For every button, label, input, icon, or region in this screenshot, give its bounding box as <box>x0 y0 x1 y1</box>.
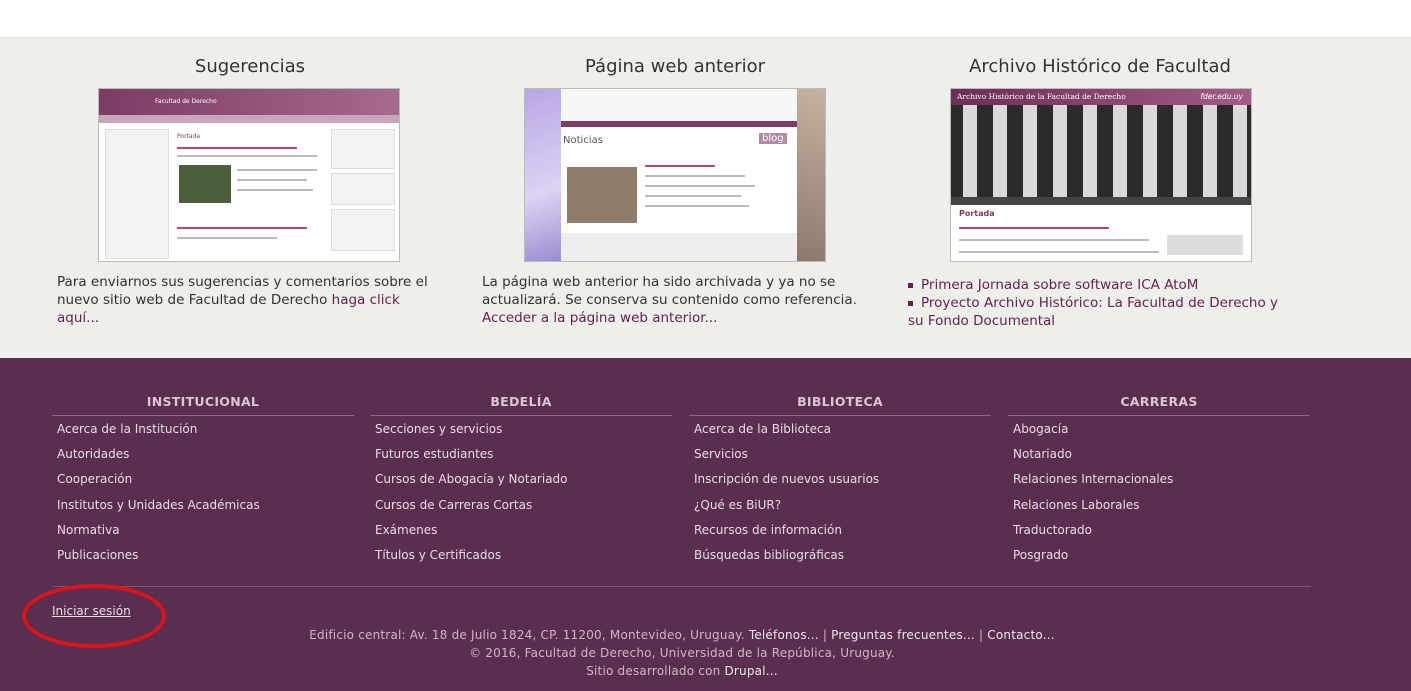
footer-link[interactable]: Recursos de información <box>694 518 991 543</box>
thumb-header: Facultad de Derecho <box>99 89 399 115</box>
promo-title: Archivo Histórico de Facultad <box>969 56 1231 77</box>
archive-link[interactable]: Primera Jornada sobre software ICA AtoM <box>908 276 1288 294</box>
footer-link[interactable]: Exámenes <box>375 518 672 543</box>
footer-link[interactable]: Títulos y Certificados <box>375 543 672 568</box>
footer-column-title: CARRERAS <box>1008 394 1310 416</box>
footer-link[interactable]: Servicios <box>694 442 991 467</box>
footer-link[interactable]: Futuros estudiantes <box>375 442 672 467</box>
footer-link[interactable]: Secciones y servicios <box>375 417 672 442</box>
footer-link[interactable]: Publicaciones <box>57 543 354 568</box>
promo-section: Sugerencias Facultad de Derecho Portada <box>0 38 1411 358</box>
footer-link[interactable]: Cursos de Carreras Cortas <box>375 493 672 518</box>
archive-link[interactable]: Proyecto Archivo Histórico: La Facultad … <box>908 294 1288 330</box>
suggestions-description: Para enviarnos sus sugerencias y comenta… <box>57 274 428 326</box>
footer-link[interactable]: Traductorado <box>1013 518 1310 543</box>
promo-title: Página web anterior <box>585 56 765 77</box>
site-footer: INSTITUCIONAL Acerca de la Institución A… <box>0 358 1411 691</box>
footer-column-bedelia: BEDELÍA Secciones y servicios Futuros es… <box>370 394 672 568</box>
footer-column-carreras: CARRERAS Abogacía Notariado Relaciones I… <box>1008 394 1310 568</box>
footer-link[interactable]: Autoridades <box>57 442 354 467</box>
top-bar <box>0 0 1411 38</box>
footer-column-title: BIBLIOTECA <box>689 394 991 416</box>
login-link[interactable]: Iniciar sesión <box>52 604 131 618</box>
footer-column-title: BEDELÍA <box>370 394 672 416</box>
promo-title: Sugerencias <box>194 56 306 77</box>
previous-site-thumbnail[interactable]: Noticias blog <box>524 88 826 262</box>
footer-link[interactable]: Abogacía <box>1013 417 1310 442</box>
previous-site-link[interactable]: Acceder a la página web anterior... <box>482 310 717 326</box>
footer-column-institucional: INSTITUCIONAL Acerca de la Institución A… <box>52 394 354 568</box>
footer-link[interactable]: Búsquedas bibliográficas <box>694 543 991 568</box>
contact-link[interactable]: Contacto... <box>987 628 1054 642</box>
faq-link[interactable]: Preguntas frecuentes... <box>831 628 975 642</box>
phones-link[interactable]: Teléfonos... <box>749 628 819 642</box>
archive-links: Primera Jornada sobre software ICA AtoM … <box>908 276 1288 330</box>
footer-link[interactable]: Inscripción de nuevos usuarios <box>694 467 991 492</box>
footer-link[interactable]: ¿Qué es BiUR? <box>694 493 991 518</box>
footer-link[interactable]: Posgrado <box>1013 543 1310 568</box>
archive-thumbnail[interactable]: Archivo Histórico de la Facultad de Dere… <box>950 88 1252 262</box>
footer-link[interactable]: Acerca de la Institución <box>57 417 354 442</box>
footer-address-line: Edificio central: Av. 18 de Julio 1824, … <box>309 628 1055 642</box>
footer-link[interactable]: Institutos y Unidades Académicas <box>57 493 354 518</box>
footer-link[interactable]: Cursos de Abogacía y Notariado <box>375 467 672 492</box>
footer-column-title: INSTITUCIONAL <box>52 394 354 416</box>
footer-link[interactable]: Relaciones Laborales <box>1013 493 1310 518</box>
footer-link[interactable]: Notariado <box>1013 442 1310 467</box>
footer-link[interactable]: Normativa <box>57 518 354 543</box>
previous-site-description: La página web anterior ha sido archivada… <box>482 274 857 326</box>
footer-divider <box>52 586 1311 587</box>
footer-column-biblioteca: BIBLIOTECA Acerca de la Biblioteca Servi… <box>689 394 991 568</box>
footer-credit: Sitio desarrollado con Drupal... <box>586 664 778 678</box>
footer-link[interactable]: Relaciones Internacionales <box>1013 467 1310 492</box>
suggestions-thumbnail[interactable]: Facultad de Derecho Portada <box>98 88 400 262</box>
footer-copyright: © 2016, Facultad de Derecho, Universidad… <box>469 646 895 660</box>
footer-link[interactable]: Cooperación <box>57 467 354 492</box>
drupal-link[interactable]: Drupal... <box>724 664 777 678</box>
footer-link[interactable]: Acerca de la Biblioteca <box>694 417 991 442</box>
